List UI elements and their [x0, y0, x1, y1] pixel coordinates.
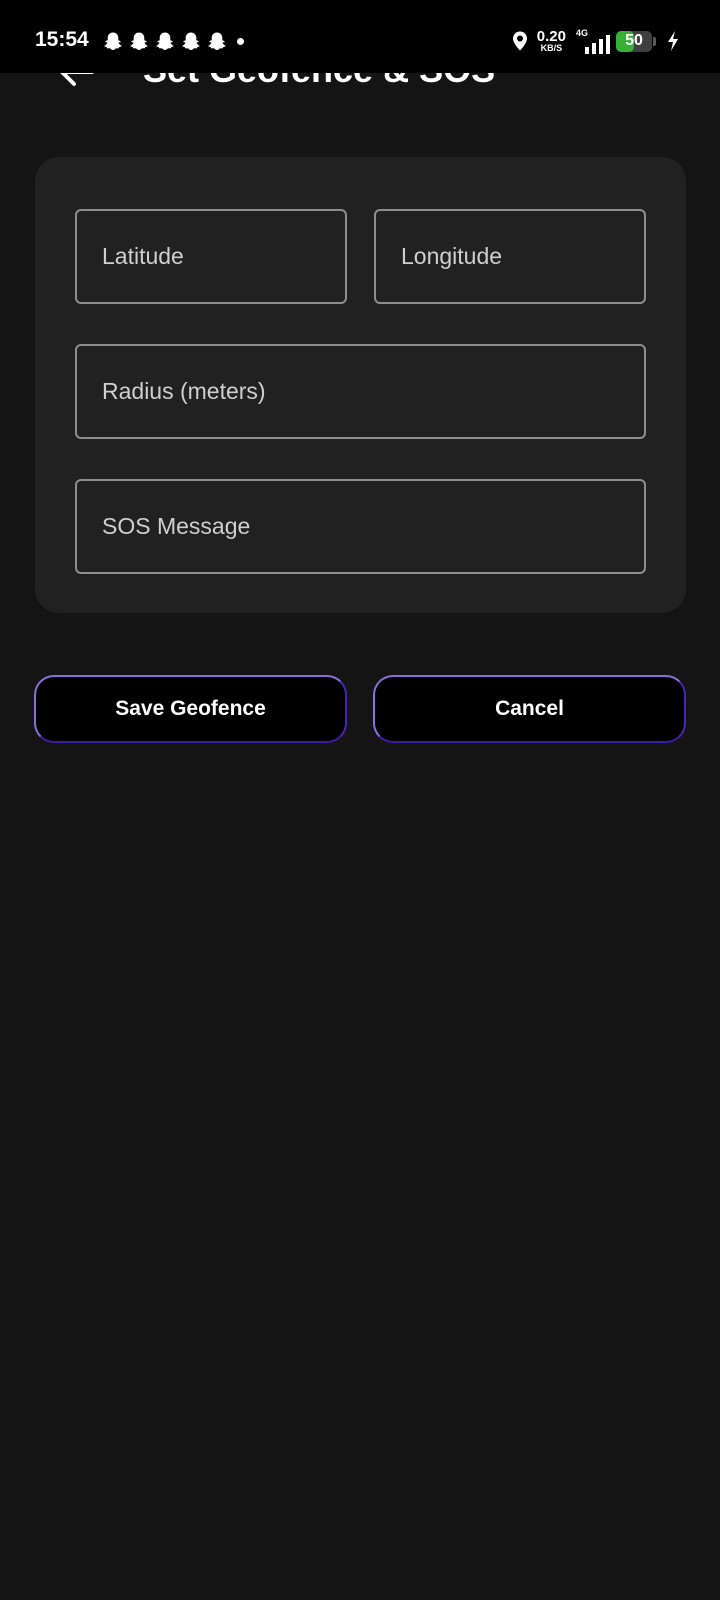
snapchat-icon: [182, 32, 200, 50]
battery-level: 50: [625, 32, 643, 49]
network-speed: 0.20 KB/S: [537, 29, 566, 53]
longitude-field: [374, 209, 646, 304]
status-bar: 15:54 0.20 KB/S 4G 50: [0, 0, 720, 73]
radius-input[interactable]: [77, 346, 644, 437]
sos-message-input[interactable]: [77, 481, 644, 572]
snapchat-icon: [156, 32, 174, 50]
battery-cap: [653, 36, 656, 46]
signal-bars-icon: [585, 35, 610, 54]
network-speed-value: 0.20: [536, 28, 566, 45]
notification-icons: [103, 31, 244, 51]
latitude-field: [75, 209, 347, 304]
latitude-input[interactable]: [77, 211, 345, 302]
cancel-button[interactable]: Cancel: [373, 675, 686, 743]
save-geofence-button[interactable]: Save Geofence: [34, 675, 347, 743]
network-speed-unit: KB/S: [540, 43, 563, 53]
radius-field: [75, 344, 646, 439]
status-time: 15:54: [35, 28, 89, 51]
sos-message-field: [75, 479, 646, 574]
location-icon: [512, 31, 527, 51]
charging-bolt-icon: [668, 31, 678, 51]
geofence-form-card: [35, 157, 686, 613]
more-notifications-dot: [237, 37, 244, 45]
snapchat-icon: [208, 32, 226, 50]
cellular-signal: 4G: [576, 28, 610, 54]
longitude-input[interactable]: [376, 211, 644, 302]
status-indicators: 0.20 KB/S 4G 50: [509, 25, 680, 57]
snapchat-icon: [104, 32, 122, 50]
snapchat-icon: [130, 32, 148, 50]
battery-indicator: 50: [616, 30, 656, 52]
battery-icon: 50: [616, 30, 652, 52]
